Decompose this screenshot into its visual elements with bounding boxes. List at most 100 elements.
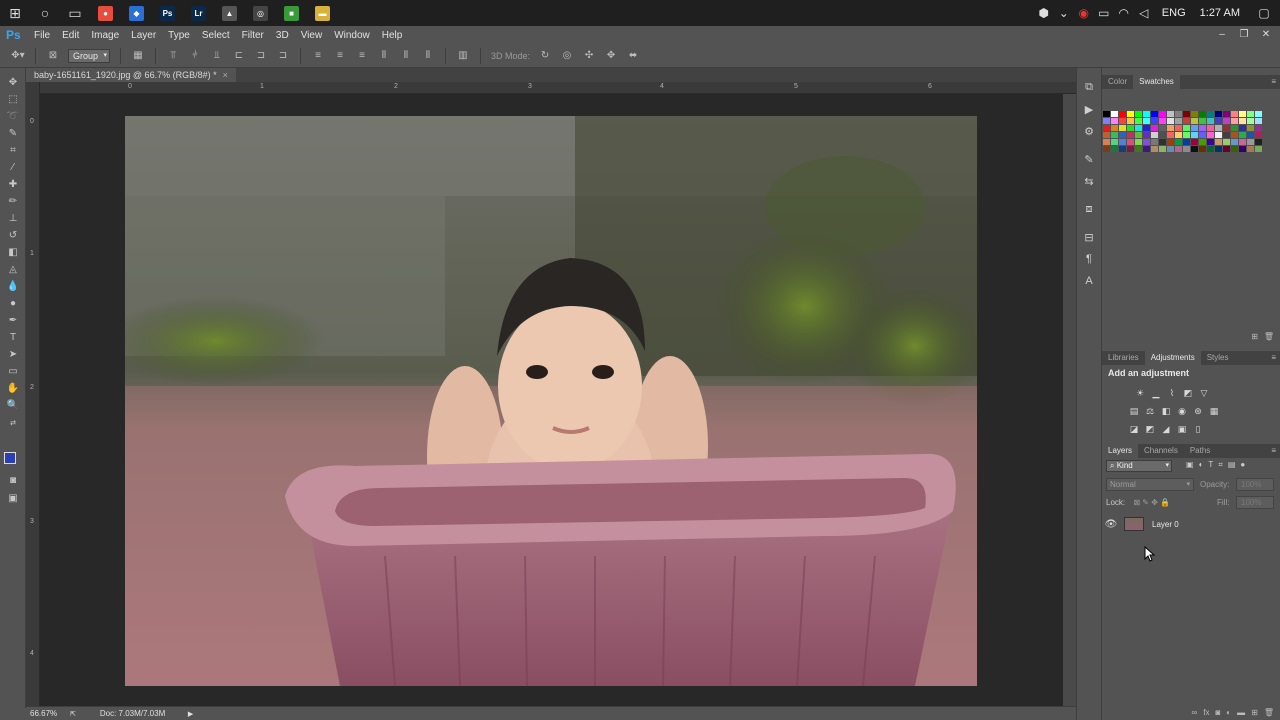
menu-image[interactable]: Image (85, 30, 125, 41)
menu-help[interactable]: Help (376, 30, 409, 41)
filter-adjustment-icon[interactable]: ◐ (1199, 460, 1204, 470)
tray-app-icon[interactable]: ⬢ (1034, 6, 1054, 20)
color-swatch[interactable] (1183, 118, 1190, 124)
color-swatch[interactable] (1159, 146, 1166, 152)
color-swatch[interactable] (1135, 118, 1142, 124)
color-swatch[interactable] (1167, 111, 1174, 117)
brush-panel-icon[interactable]: ✎ (1077, 148, 1101, 170)
tab-color[interactable]: Color (1102, 75, 1133, 89)
taskbar-app-app-blue-icon[interactable]: ◆ (121, 0, 152, 26)
color-swatch[interactable] (1191, 118, 1198, 124)
actions-panel-icon[interactable]: ▶ (1077, 98, 1101, 120)
color-swatch[interactable] (1199, 118, 1206, 124)
color-swatch[interactable] (1239, 111, 1246, 117)
color-swatch[interactable] (1207, 132, 1214, 138)
menu-select[interactable]: Select (196, 30, 236, 41)
3d-rotate-icon[interactable]: ↻ (537, 49, 553, 63)
channel-mixer-icon[interactable]: ⊛ (1192, 405, 1204, 417)
exposure-icon[interactable]: ◩ (1182, 387, 1194, 399)
color-swatch[interactable] (1127, 146, 1134, 152)
invert-icon[interactable]: ◪ (1128, 423, 1140, 435)
minimize-button[interactable]: – (1214, 29, 1230, 41)
character-panel-icon[interactable]: ⊟ (1077, 226, 1101, 248)
link-layers-icon[interactable]: ∞ (1192, 708, 1198, 720)
taskbar-app-app-circle-icon[interactable]: ◎ (245, 0, 276, 26)
filter-smart-object-icon[interactable]: ▤ (1228, 460, 1236, 470)
hand-tool-icon[interactable]: ✋ (0, 380, 26, 397)
layer-style-icon[interactable]: fx (1203, 708, 1209, 720)
windows-start-icon[interactable]: ⊞ (0, 0, 30, 26)
color-swatch[interactable] (1135, 139, 1142, 145)
filter-toggle-icon[interactable]: ● (1240, 460, 1245, 470)
color-swatch[interactable] (1103, 146, 1110, 152)
color-swatch[interactable] (1191, 146, 1198, 152)
clone-stamp-tool-icon[interactable]: ⊥ (0, 210, 26, 227)
color-swatch[interactable] (1239, 118, 1246, 124)
color-swatch[interactable] (1239, 132, 1246, 138)
color-swatch[interactable] (1119, 132, 1126, 138)
distribute-bottom-icon[interactable]: ≡ (354, 49, 370, 63)
color-swatch[interactable] (1159, 139, 1166, 145)
color-swatch[interactable] (1143, 118, 1150, 124)
color-swatch[interactable] (1247, 132, 1254, 138)
color-swatch[interactable] (1247, 125, 1254, 131)
color-swatch[interactable] (1119, 125, 1126, 131)
color-swatch[interactable] (1215, 125, 1222, 131)
color-swatch[interactable] (1143, 125, 1150, 131)
document-image[interactable] (125, 116, 977, 686)
color-swatch[interactable] (1239, 125, 1246, 131)
color-swatch[interactable] (1231, 132, 1238, 138)
color-swatch[interactable] (1207, 146, 1214, 152)
curves-icon[interactable]: ⌇ (1166, 387, 1178, 399)
color-swatch[interactable] (1247, 139, 1254, 145)
color-swatch[interactable] (1231, 146, 1238, 152)
input-language[interactable]: ENG (1162, 7, 1186, 19)
color-swatch[interactable] (1103, 118, 1110, 124)
status-menu-arrow-icon[interactable]: ▶ (188, 710, 193, 718)
tab-paths[interactable]: Paths (1184, 444, 1216, 458)
ruler-top[interactable]: 0 1 2 3 4 5 6 (40, 82, 1076, 94)
menu-3d[interactable]: 3D (270, 30, 295, 41)
tray-red-app-icon[interactable]: ◉ (1074, 6, 1094, 20)
auto-select-checkbox-icon[interactable]: ⊠ (45, 49, 61, 63)
paint-bucket-tool-icon[interactable]: ◬ (0, 261, 26, 278)
tab-channels[interactable]: Channels (1138, 444, 1184, 458)
color-swatch[interactable] (1223, 132, 1230, 138)
menu-window[interactable]: Window (328, 30, 376, 41)
auto-align-layers-icon[interactable]: ▥ (455, 49, 471, 63)
tab-layers[interactable]: Layers (1102, 444, 1139, 458)
layer-filter-dropdown[interactable]: ⌕ Kind ▾ (1106, 460, 1172, 472)
color-swatch[interactable] (1135, 111, 1142, 117)
color-swatch[interactable] (1103, 132, 1110, 138)
color-swatch[interactable] (1215, 139, 1222, 145)
menu-type[interactable]: Type (162, 30, 196, 41)
blur-tool-icon[interactable]: 💧 (0, 278, 26, 295)
panel-menu-icon[interactable]: ≡ (1271, 351, 1276, 365)
quick-selection-tool-icon[interactable]: ✎ (0, 125, 26, 142)
color-swatch[interactable] (1255, 111, 1262, 117)
color-swatch[interactable] (1143, 146, 1150, 152)
hue-saturation-icon[interactable]: ▤ (1128, 405, 1140, 417)
threshold-icon[interactable]: ◢ (1160, 423, 1172, 435)
color-swatch[interactable] (1247, 146, 1254, 152)
align-right-icon[interactable]: ⊐ (275, 49, 291, 63)
menu-view[interactable]: View (295, 30, 329, 41)
color-swatch[interactable] (1191, 125, 1198, 131)
color-swatch[interactable] (1135, 146, 1142, 152)
tab-styles[interactable]: Styles (1201, 351, 1235, 365)
close-icon[interactable]: × (223, 70, 228, 80)
color-swatch[interactable] (1183, 146, 1190, 152)
menu-file[interactable]: File (28, 30, 56, 41)
properties-panel-icon[interactable]: ⚙ (1077, 120, 1101, 142)
lasso-tool-icon[interactable]: ➰ (0, 108, 26, 125)
chevron-down-icon[interactable]: ⌄ (1054, 6, 1074, 20)
panel-menu-icon[interactable]: ≡ (1271, 75, 1276, 89)
restore-button[interactable]: ❐ (1236, 29, 1252, 41)
photo-filter-icon[interactable]: ◉ (1176, 405, 1188, 417)
distribute-vcenter-icon[interactable]: ≡ (332, 49, 348, 63)
document-tab[interactable]: baby-1651161_1920.jpg @ 66.7% (RGB/8#) *… (26, 68, 236, 82)
align-left-icon[interactable]: ⊏ (231, 49, 247, 63)
color-swatch[interactable] (1191, 139, 1198, 145)
color-swatch[interactable] (1215, 132, 1222, 138)
color-swatch[interactable] (1199, 125, 1206, 131)
